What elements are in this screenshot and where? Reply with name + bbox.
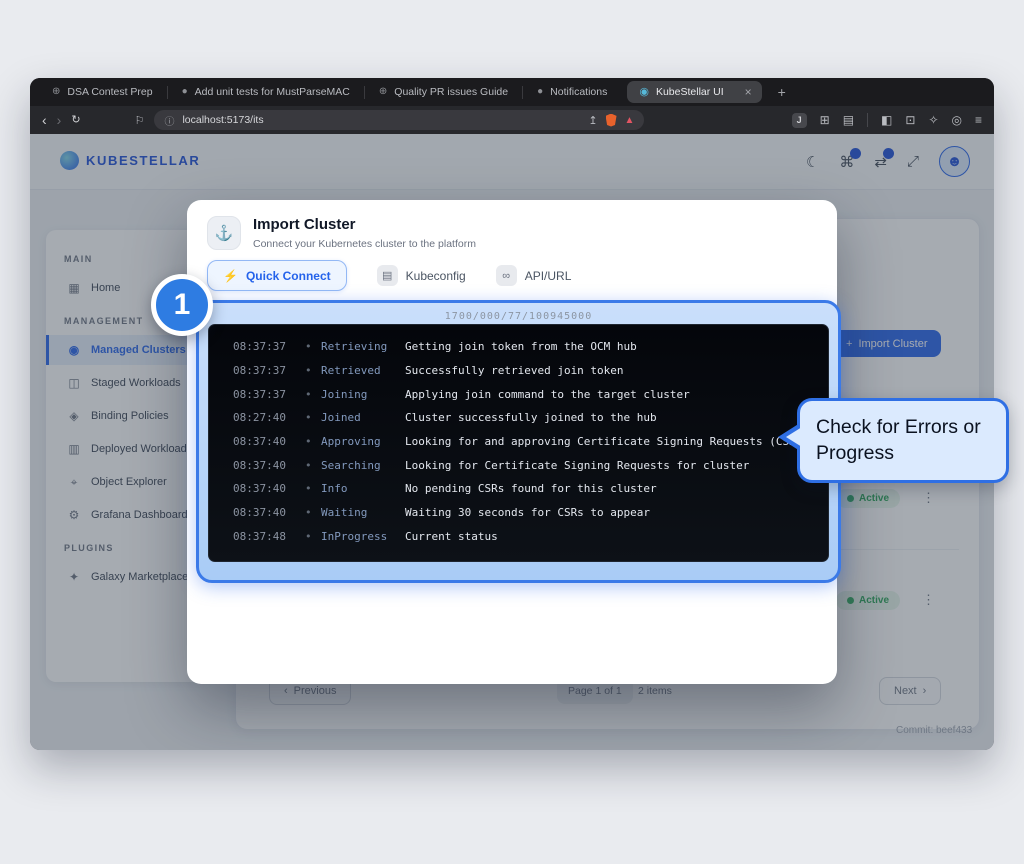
globe-favicon-icon: ⊕ xyxy=(379,87,387,97)
toolbar-right-icons: J ⊞ ▤ ◧ ⊡ ✧ ◎ ≡ xyxy=(792,113,982,128)
bullet-icon: • xyxy=(305,482,321,495)
tab-label: Notifications xyxy=(550,86,607,98)
shield-icon[interactable]: ◎ xyxy=(952,113,962,127)
join-log-terminal[interactable]: 08:37:37•RetrievingGetting join token fr… xyxy=(208,324,829,562)
callout-text: Check for Errors or Progress xyxy=(816,416,981,464)
menu-icon[interactable]: ≡ xyxy=(975,113,982,127)
tab-close-icon[interactable]: × xyxy=(745,85,752,99)
reload-icon[interactable]: ↻ xyxy=(71,115,80,126)
modal-title: Import Cluster xyxy=(253,216,476,235)
wallet-icon[interactable]: ▤ xyxy=(843,113,854,127)
url-text[interactable]: localhost:5173/its xyxy=(182,114,580,126)
tab-label: Quality PR issues Guide xyxy=(394,86,508,98)
log-line: 08:37:40•ApprovingLooking for and approv… xyxy=(233,430,828,454)
tab-label: KubeStellar UI xyxy=(656,86,724,98)
sparkle-icon[interactable]: ✧ xyxy=(928,113,938,127)
bullet-icon: • xyxy=(305,435,321,448)
bullet-icon: • xyxy=(305,506,321,519)
bolt-icon: ⚡ xyxy=(223,269,238,283)
profile-j-badge[interactable]: J xyxy=(792,113,807,128)
split-view-icon[interactable]: ◧ xyxy=(881,113,892,127)
tab-label: Add unit tests for MustParseMAC xyxy=(195,86,350,98)
log-line: 08:27:40•JoinedCluster successfully join… xyxy=(233,406,828,430)
modal-tab-bar: ⚡ Quick Connect ▤ Kubeconfig ∞ API/URL xyxy=(207,260,571,291)
toolbar-separator xyxy=(867,113,868,127)
back-icon[interactable]: ‹ xyxy=(42,113,47,127)
log-line: 08:37:40•InfoNo pending CSRs found for t… xyxy=(233,477,828,501)
log-line: 08:37:40•WaitingWaiting 30 seconds for C… xyxy=(233,501,828,525)
log-line: 08:37:37•RetrievedSuccessfully retrieved… xyxy=(233,359,828,383)
bullet-icon: • xyxy=(305,388,321,401)
warning-triangle-icon[interactable]: ▲ xyxy=(625,115,635,126)
modal-subtitle: Connect your Kubernetes cluster to the p… xyxy=(253,238,476,250)
bookmark-icon[interactable]: ⚐ xyxy=(135,114,145,127)
new-tab-button[interactable]: + xyxy=(778,84,786,100)
browser-tab-unit-tests[interactable]: ● Add unit tests for MustParseMAC xyxy=(168,78,364,106)
github-favicon-icon: ● xyxy=(182,87,188,97)
bullet-icon: • xyxy=(305,364,321,377)
bullet-icon: • xyxy=(305,340,321,353)
log-line: 08:37:37•RetrievingGetting join token fr… xyxy=(233,335,828,359)
desktop-background: ⊕ DSA Contest Prep ● Add unit tests for … xyxy=(0,0,1024,864)
modal-header: ⚓ Import Cluster Connect your Kubernetes… xyxy=(207,216,476,250)
forward-icon[interactable]: › xyxy=(57,113,62,127)
file-icon: ▤ xyxy=(377,265,398,286)
tab-label: DSA Contest Prep xyxy=(67,86,152,98)
callout-bubble: Check for Errors or Progress xyxy=(797,398,1009,483)
terminal-clipped-line: 1700/000/77/100945000 xyxy=(208,311,829,324)
extensions-icon[interactable]: ⊞ xyxy=(820,113,830,127)
log-line: 08:37:37•JoiningApplying join command to… xyxy=(233,382,828,406)
bullet-icon: • xyxy=(305,411,321,424)
github-favicon-icon: ● xyxy=(537,87,543,97)
site-info-icon[interactable]: ⓘ xyxy=(164,113,174,128)
link-icon: ∞ xyxy=(496,265,517,286)
app-favicon-icon: ◉ xyxy=(639,87,649,98)
tab-api-url[interactable]: ∞ API/URL xyxy=(496,265,572,286)
log-line: 08:37:48•InProgressCurrent status xyxy=(233,525,828,549)
tab-kubeconfig[interactable]: ▤ Kubeconfig xyxy=(377,265,466,286)
browser-tab-quality-pr[interactable]: ⊕ Quality PR issues Guide xyxy=(365,78,522,106)
browser-tab-dsa[interactable]: ⊕ DSA Contest Prep xyxy=(38,78,167,106)
brave-shield-icon[interactable] xyxy=(606,114,617,127)
share-icon[interactable]: ↥ xyxy=(588,114,597,127)
tab-quick-connect[interactable]: ⚡ Quick Connect xyxy=(207,260,347,291)
browser-tab-bar: ⊕ DSA Contest Prep ● Add unit tests for … xyxy=(30,78,994,106)
terminal-highlight-region: 1700/000/77/100945000 08:37:37•Retrievin… xyxy=(196,300,841,583)
globe-favicon-icon: ⊕ xyxy=(52,87,60,97)
browser-tab-notifications[interactable]: ● Notifications xyxy=(523,78,621,106)
browser-tab-kubestellar-active[interactable]: ◉ KubeStellar UI × xyxy=(627,81,761,103)
import-cluster-modal: ⚓ Import Cluster Connect your Kubernetes… xyxy=(187,200,837,684)
log-line: 08:37:40•SearchingLooking for Certificat… xyxy=(233,453,828,477)
step-number-badge: 1 xyxy=(151,274,213,336)
browser-toolbar: ‹ › ↻ ⚐ ⓘ localhost:5173/its ↥ ▲ J ⊞ ▤ ◧… xyxy=(30,106,994,134)
downloads-icon[interactable]: ⊡ xyxy=(905,113,915,127)
address-bar[interactable]: ⓘ localhost:5173/its ↥ ▲ xyxy=(154,110,644,130)
bullet-icon: • xyxy=(305,459,321,472)
bullet-icon: • xyxy=(305,530,321,543)
anchor-icon: ⚓ xyxy=(207,216,241,250)
